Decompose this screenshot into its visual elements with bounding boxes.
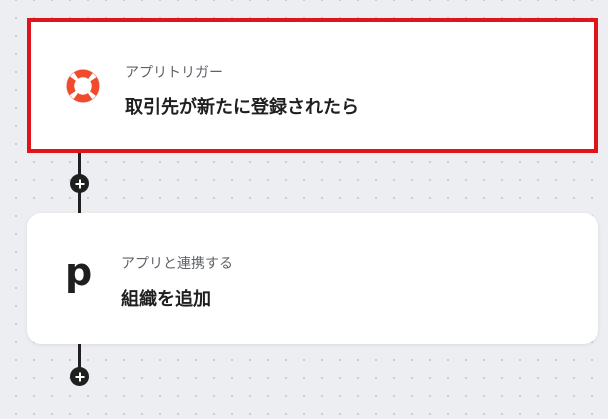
action-step-card[interactable]: p アプリと連携する 組織を追加 (27, 213, 598, 344)
pipedrive-logo-letter: p (65, 250, 93, 294)
add-step-button[interactable] (70, 367, 89, 386)
pipedrive-logo-icon: p (65, 253, 101, 293)
add-step-button[interactable] (70, 174, 89, 193)
trigger-step-card[interactable]: アプリトリガー 取引先が新たに登録されたら (27, 18, 598, 153)
action-type-label: アプリと連携する (121, 256, 233, 272)
action-title: 組織を追加 (121, 289, 211, 310)
lifebuoy-icon (65, 68, 101, 104)
trigger-type-label: アプリトリガー (125, 65, 223, 81)
trigger-title: 取引先が新たに登録されたら (125, 97, 359, 118)
